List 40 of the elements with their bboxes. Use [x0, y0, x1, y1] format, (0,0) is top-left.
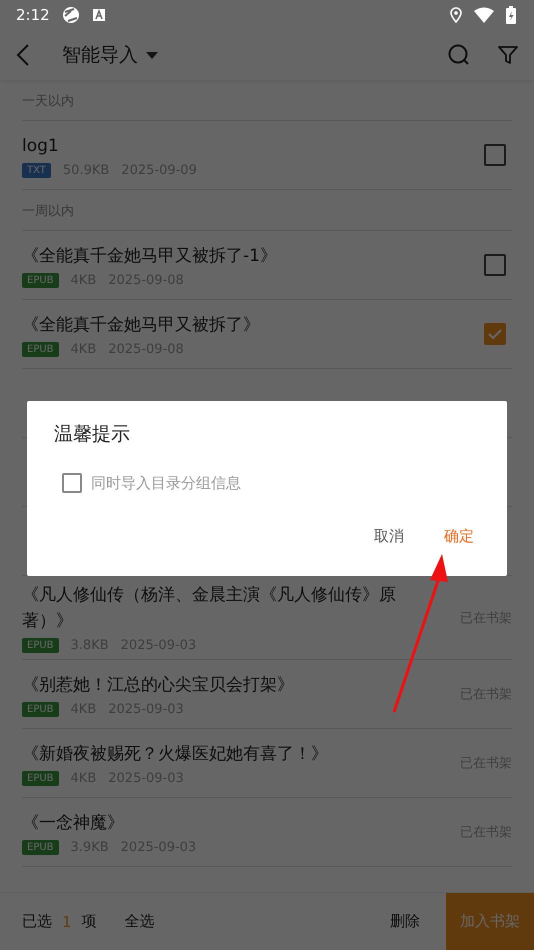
file-type-tag: EPUB	[22, 272, 59, 288]
selected-label: 已选	[22, 912, 52, 931]
sync-icon	[62, 6, 80, 24]
file-title: 《全能真千金她马甲又被拆了》	[22, 314, 261, 336]
select-all-button[interactable]: 全选	[124, 912, 155, 931]
file-title: 《别惹她！江总的心尖宝贝会打架》	[22, 674, 295, 696]
dialog-title: 温馨提示	[54, 422, 131, 447]
file-title: 《新婚夜被赐死？火爆医妃她有喜了！》	[22, 742, 329, 766]
title-dropdown[interactable]: 智能导入	[62, 42, 158, 68]
checkbox[interactable]	[484, 254, 506, 276]
file-title: 《凡人修仙传（杨洋、金晨主演《凡人修仙传》原著）》	[22, 584, 397, 633]
status-time: 2:12	[16, 6, 50, 24]
delete-button[interactable]: 删除	[390, 912, 420, 931]
checkbox[interactable]	[484, 323, 506, 345]
file-type-tag: EPUB	[22, 638, 59, 653]
caret-icon	[146, 52, 158, 58]
file-title: 《一念神魔》	[22, 812, 125, 834]
file-title: 《全能真千金她马甲又被拆了-1》	[22, 244, 278, 268]
checkbox[interactable]	[484, 144, 506, 166]
app-icon	[92, 8, 106, 22]
selected-label: 项	[82, 912, 97, 931]
checkbox[interactable]	[62, 473, 82, 493]
file-type-tag: EPUB	[22, 770, 59, 786]
file-title: log1	[22, 134, 60, 158]
file-type-tag: TXT	[22, 162, 51, 178]
wifi-icon	[474, 7, 494, 23]
cancel-button[interactable]: 取消	[374, 527, 404, 546]
search-icon[interactable]	[448, 44, 470, 66]
add-to-shelf-button[interactable]: 加入书架	[446, 893, 534, 950]
location-icon	[450, 7, 462, 23]
file-type-tag: EPUB	[22, 342, 59, 356]
check-icon	[488, 328, 502, 340]
file-type-tag: EPUB	[22, 840, 59, 854]
filter-icon[interactable]	[498, 45, 518, 65]
battery-icon	[506, 6, 516, 24]
selected-count: 1	[62, 912, 72, 930]
file-type-tag: EPUB	[22, 702, 59, 716]
confirm-button[interactable]: 确定	[444, 527, 474, 546]
back-icon[interactable]	[16, 43, 30, 67]
option-label: 同时导入目录分组信息	[91, 474, 241, 492]
